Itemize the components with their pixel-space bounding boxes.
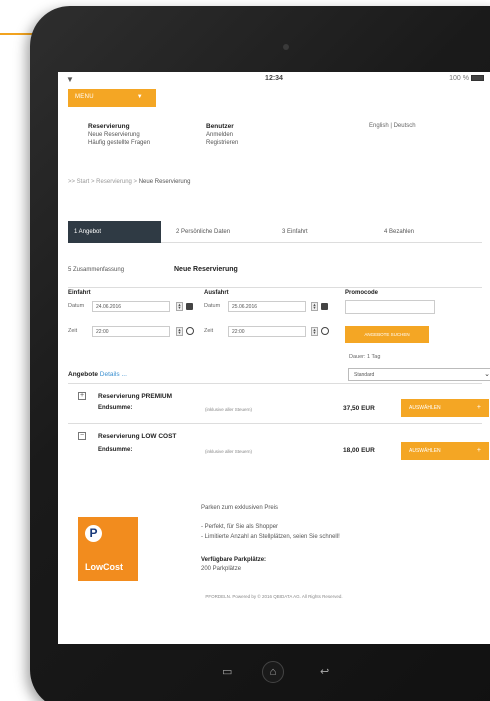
footer-text: PFORDELN. Powered by © 2016 QBIDATA AG. …: [205, 594, 343, 599]
home-icon[interactable]: ⌂: [262, 661, 284, 683]
nav-benutzer: Benutzer Anmelden Registrieren: [206, 123, 238, 147]
plus-icon: +: [476, 404, 481, 411]
breadcrumb: >> Start > Reservierung > Neue Reservier…: [68, 179, 190, 185]
offer-bullet: - Perfekt, für Sie als Shopper: [201, 524, 279, 530]
language-switcher[interactable]: English | Deutsch: [369, 123, 416, 129]
offers-heading: Angebote: [68, 371, 98, 378]
sort-select[interactable]: Standard ⌄: [348, 368, 490, 381]
menu-button[interactable]: MENU ▼: [68, 89, 156, 107]
ausfahrt-zeit-input[interactable]: 22:00: [228, 326, 306, 337]
select-offer-button[interactable]: AUSWÄHLEN +: [401, 442, 489, 460]
offer-premium: + Reservierung PREMIUM Endsumme: (inklus…: [68, 388, 489, 424]
status-time: 12:34: [265, 75, 283, 82]
offer-price: 18,00 EUR: [343, 447, 375, 454]
nav-link-faq[interactable]: Häufig gestellte Fragen: [88, 139, 150, 147]
offer-name: Reservierung LOW COST: [98, 433, 177, 440]
ausfahrt-datum-stepper[interactable]: ▲ ▼: [311, 302, 318, 311]
calendar-icon[interactable]: [321, 303, 328, 310]
calendar-icon[interactable]: [186, 303, 193, 310]
ausfahrt-zeit-label: Zeit: [204, 328, 214, 334]
offer-description: Parken zum exklusiven Preis: [201, 505, 279, 511]
select-offer-label: AUSWÄHLEN: [409, 448, 441, 454]
menu-label: MENU: [75, 94, 94, 100]
einfahrt-zeit-stepper[interactable]: ▲ ▼: [176, 327, 183, 336]
nav-link-registrieren[interactable]: Registrieren: [206, 139, 238, 147]
einfahrt-datum-label: Datum: [68, 303, 85, 309]
einfahrt-datum-input[interactable]: 24.06.2016: [92, 301, 170, 312]
nav-heading-benutzer: Benutzer: [206, 123, 234, 130]
status-bar: ▼ 12:34 100 %: [58, 72, 490, 88]
einfahrt-datum-stepper[interactable]: ▲ ▼: [176, 302, 183, 311]
clock-icon[interactable]: [186, 327, 194, 335]
step-tabs: 1 Angebot 2 Persönliche Daten 3 Einfahrt…: [68, 221, 482, 243]
search-offers-button[interactable]: ANGEBOTE SUCHEN: [345, 326, 429, 343]
offer-tax-note: (inklusive aller Steuern): [205, 407, 253, 412]
clock-icon[interactable]: [321, 327, 329, 335]
battery-icon: [471, 75, 484, 82]
tab-angebot[interactable]: 1 Angebot: [68, 221, 161, 243]
battery-percent: 100 %: [449, 75, 469, 82]
parking-icon: P: [85, 525, 102, 542]
offers-title: Angebote Details ...: [68, 371, 127, 378]
nav-heading-reservierung: Reservierung: [88, 123, 130, 130]
tab-bezahlen[interactable]: 4 Bezahlen: [384, 221, 414, 243]
ausfahrt-heading: Ausfahrt: [204, 290, 229, 296]
sort-value: Standard: [354, 372, 375, 378]
tab-einfahrt[interactable]: 3 Einfahrt: [282, 221, 308, 243]
plus-icon: +: [476, 447, 481, 454]
ausfahrt-zeit-stepper[interactable]: ▲ ▼: [311, 327, 318, 336]
offer-price: 37,50 EUR: [343, 405, 375, 412]
battery-indicator: 100 %: [449, 75, 484, 82]
offer-sum-label: Endsumme:: [98, 405, 133, 411]
ausfahrt-datum-input[interactable]: 25.06.2016: [228, 301, 306, 312]
einfahrt-zeit-label: Zeit: [68, 328, 78, 334]
nav-reservierung: Reservierung Neue Reservierung Häufig ge…: [88, 123, 150, 147]
promocode-input[interactable]: [345, 300, 435, 314]
expand-icon[interactable]: +: [78, 392, 86, 400]
lowcost-logo: P LowCost: [78, 517, 138, 581]
offer-tax-note: (inklusive aller Steuern): [205, 449, 253, 454]
details-link[interactable]: Details ...: [100, 371, 127, 378]
caret-down-icon: ▼: [136, 94, 143, 100]
collapse-icon[interactable]: −: [78, 432, 86, 440]
reservation-form: Einfahrt Datum 24.06.2016 ▲ ▼ Zeit 22:00 …: [68, 287, 482, 367]
logo-text: LowCost: [85, 562, 123, 572]
back-icon[interactable]: ↩: [320, 665, 329, 678]
einfahrt-zeit-input[interactable]: 22:00: [92, 326, 170, 337]
offer-bullet: - Limitierte Anzahl an Stellplätzen, sei…: [201, 534, 340, 540]
nav-link-neue-reservierung[interactable]: Neue Reservierung: [88, 131, 150, 139]
camera-dot: [283, 44, 289, 50]
tablet-screen: ▼ 12:34 100 % MENU ▼ Reservierung Neue R…: [58, 72, 490, 644]
availability-value: 200 Parkplätze: [201, 566, 242, 572]
tab-persoenliche-daten[interactable]: 2 Persönliche Daten: [176, 221, 230, 243]
nav-link-anmelden[interactable]: Anmelden: [206, 131, 238, 139]
device-nav-bar: ▭ ⌂ ↩: [210, 661, 360, 685]
select-offer-label: AUSWÄHLEN: [409, 405, 441, 411]
ausfahrt-datum-label: Datum: [204, 303, 221, 309]
tab-zusammenfassung[interactable]: 5 Zusammenfassung: [68, 267, 124, 273]
chevron-down-icon: ⌄: [484, 371, 490, 378]
offer-sum-label: Endsumme:: [98, 447, 133, 453]
promocode-heading: Promocode: [345, 290, 379, 296]
offer-name: Reservierung PREMIUM: [98, 393, 173, 400]
einfahrt-heading: Einfahrt: [68, 290, 91, 296]
duration-text: Dauer: 1 Tag: [349, 354, 381, 360]
offers-header: Angebote Details ... Standard ⌄: [68, 368, 490, 384]
breadcrumb-current: Neue Reservierung: [138, 179, 191, 185]
select-offer-button[interactable]: AUSWÄHLEN +: [401, 399, 489, 417]
availability-label: Verfügbare Parkplätze:: [201, 557, 267, 563]
breadcrumb-path[interactable]: >> Start > Reservierung >: [68, 179, 139, 185]
page-title: Neue Reservierung: [174, 266, 238, 273]
recent-apps-icon[interactable]: ▭: [222, 665, 232, 678]
